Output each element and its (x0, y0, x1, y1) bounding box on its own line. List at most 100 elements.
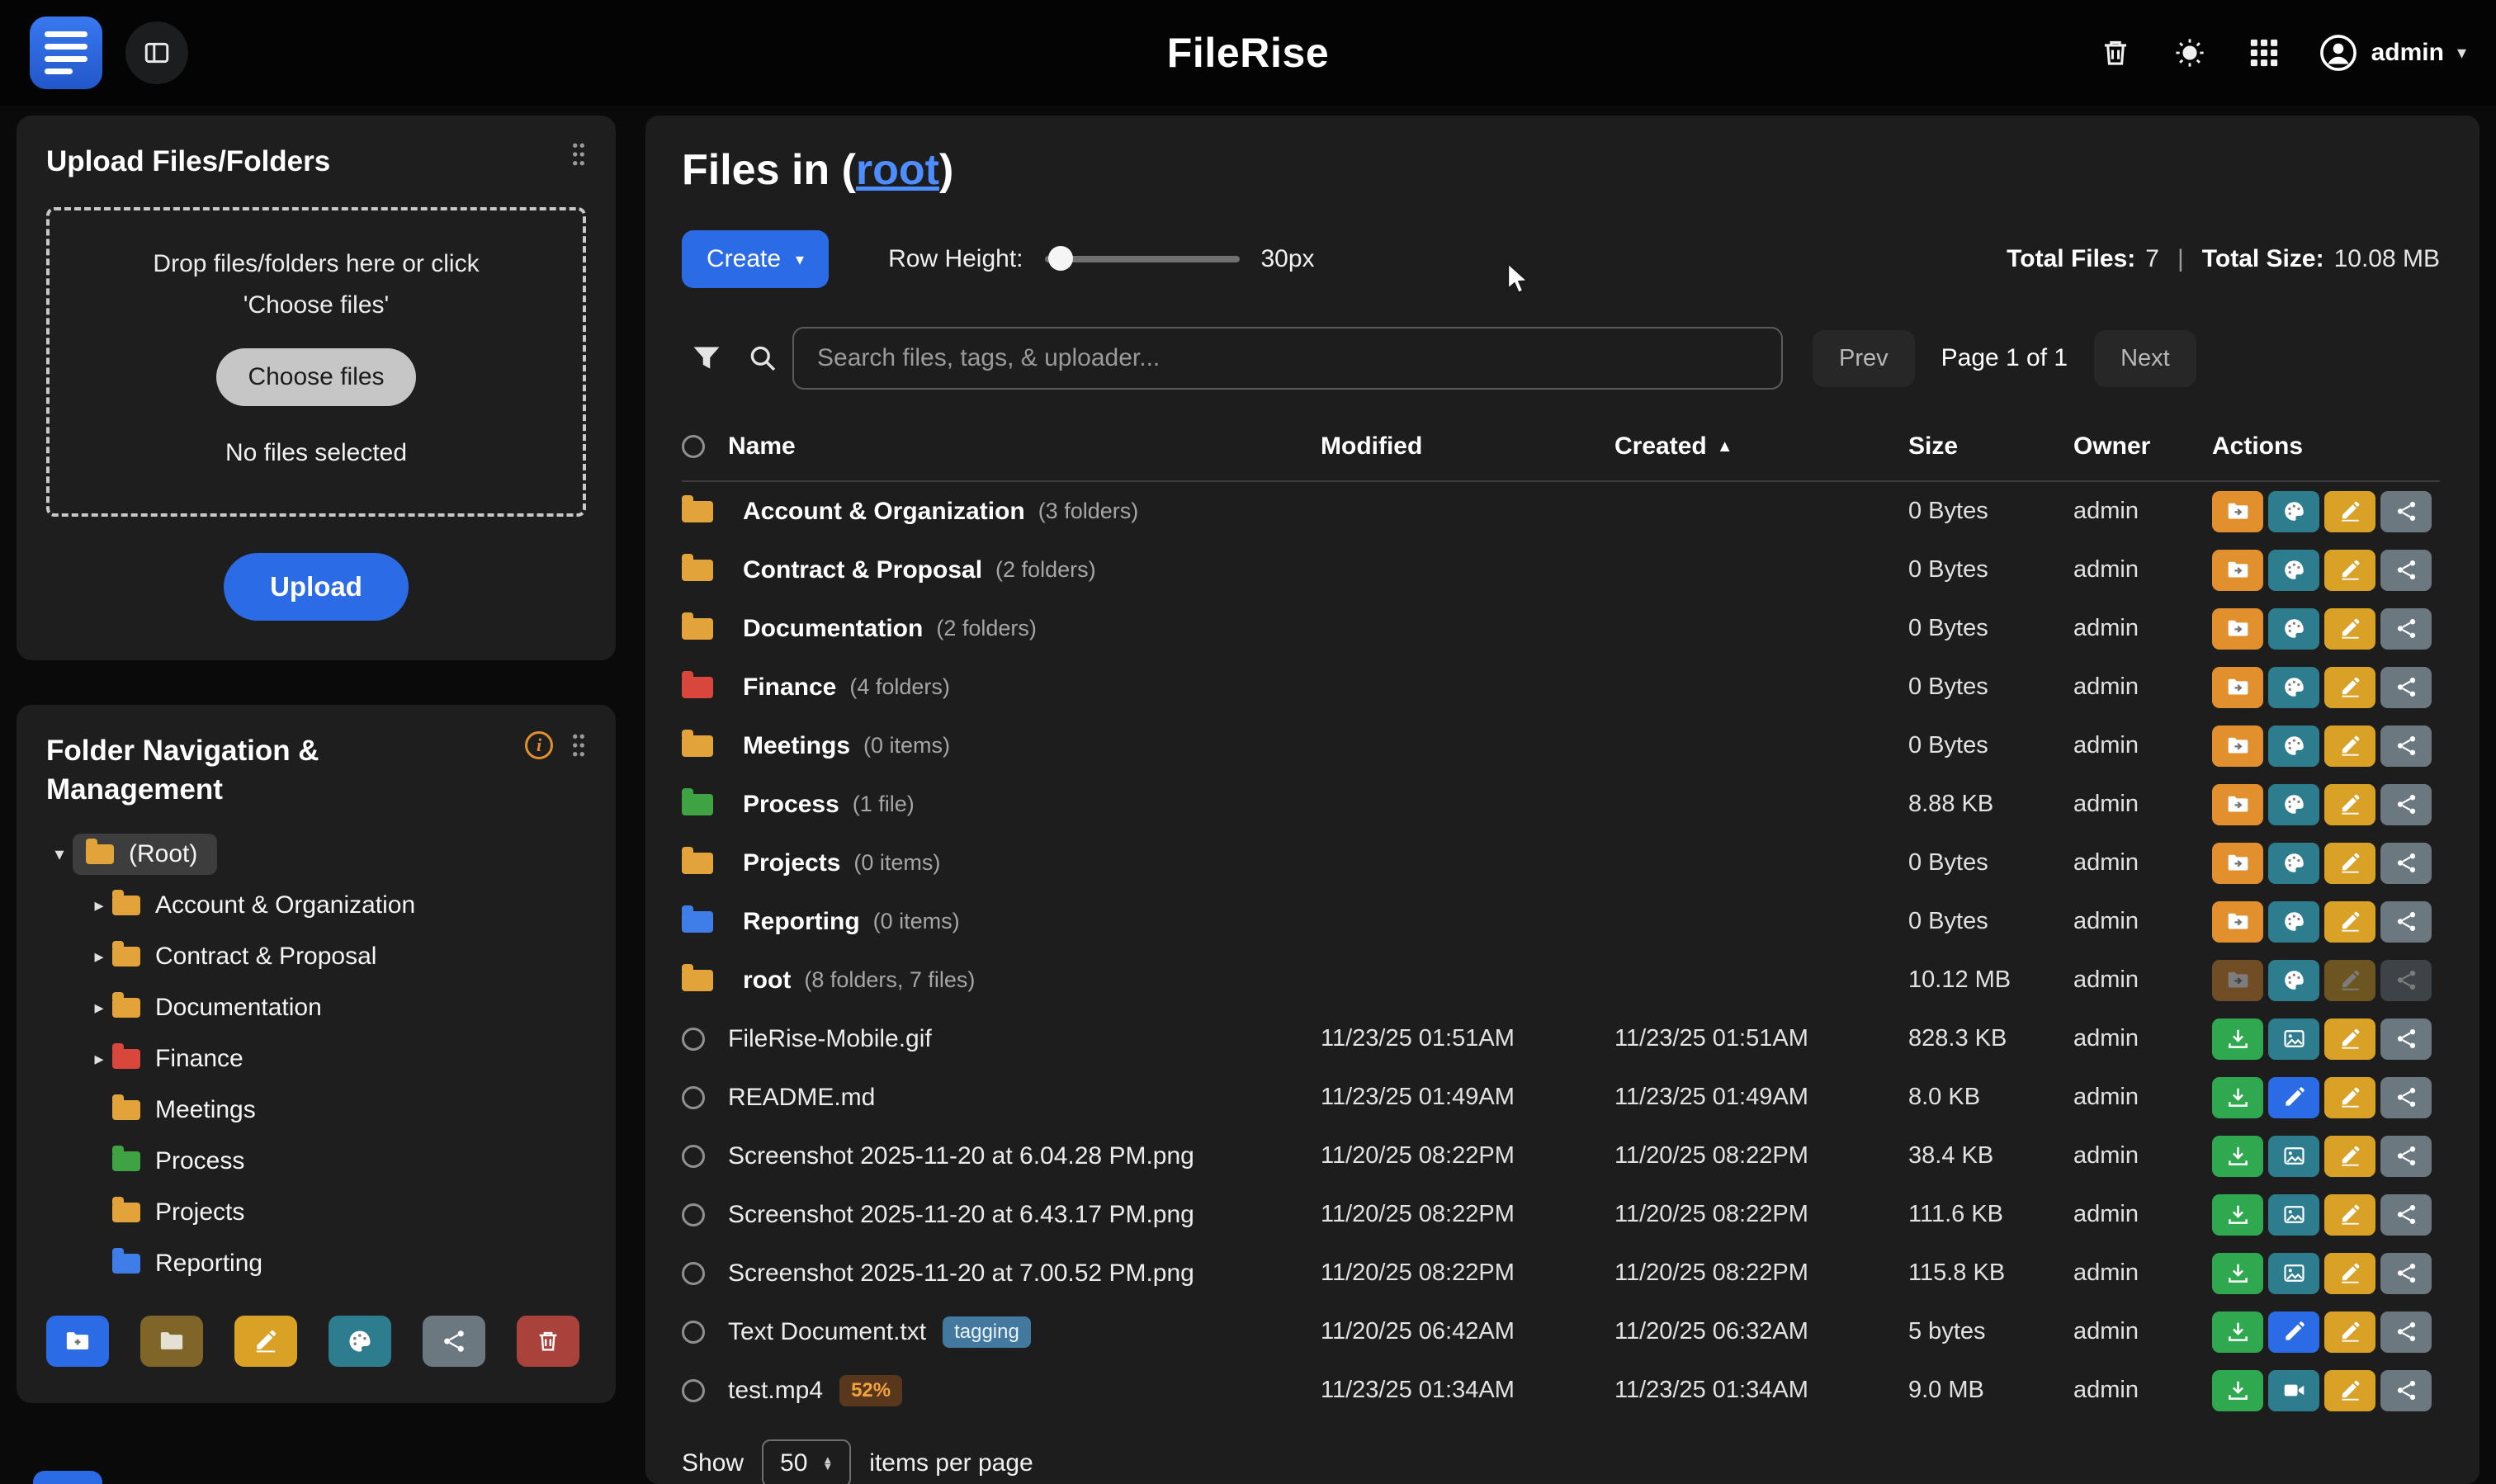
row-name[interactable]: Process (743, 791, 839, 819)
tree-item[interactable]: ▸Contract & Proposal (46, 931, 586, 982)
tree-item[interactable]: ▸Finance (46, 1033, 586, 1085)
file-row[interactable]: Screenshot 2025-11-20 at 6.43.17 PM.png1… (682, 1185, 2440, 1244)
palette-button[interactable] (2268, 725, 2319, 767)
row-name[interactable]: FileRise-Mobile.gif (728, 1025, 932, 1053)
share-button[interactable] (2380, 1077, 2432, 1118)
rename-button[interactable] (2324, 608, 2375, 650)
row-name[interactable]: Text Document.txt (728, 1318, 926, 1346)
row-name[interactable]: README.md (728, 1084, 875, 1112)
drag-handle-icon[interactable] (571, 733, 586, 758)
info-icon[interactable]: i (525, 731, 553, 759)
app-logo[interactable] (30, 17, 102, 89)
row-height-slider[interactable] (1045, 256, 1240, 262)
next-page-button[interactable]: Next (2094, 330, 2196, 387)
search-input[interactable] (792, 327, 1783, 390)
row-checkbox[interactable] (682, 1028, 705, 1051)
share-button[interactable] (2380, 550, 2432, 591)
rename-button[interactable] (2324, 1253, 2375, 1294)
caret-right-icon[interactable]: ▸ (86, 946, 112, 967)
folder-move-button[interactable] (2212, 784, 2263, 825)
download-button[interactable] (2212, 1253, 2263, 1294)
prev-page-button[interactable]: Prev (1813, 330, 1915, 387)
share-button[interactable] (2380, 725, 2432, 767)
row-name[interactable]: Screenshot 2025-11-20 at 7.00.52 PM.png (728, 1260, 1194, 1288)
row-name[interactable]: Screenshot 2025-11-20 at 6.43.17 PM.png (728, 1201, 1194, 1229)
tree-item[interactable]: Reporting (46, 1238, 586, 1289)
items-per-page-select[interactable]: 50 ▲▼ (762, 1439, 851, 1484)
folder-move-button[interactable] (2212, 491, 2263, 532)
row-name[interactable]: Reporting (743, 908, 860, 936)
share-button[interactable] (2380, 901, 2432, 943)
user-menu[interactable]: admin ▾ (2319, 33, 2466, 73)
row-checkbox[interactable] (682, 1086, 705, 1109)
choose-files-button[interactable]: Choose files (216, 348, 415, 406)
palette-button[interactable] (2268, 491, 2319, 532)
row-checkbox[interactable] (682, 1203, 705, 1226)
rename-button[interactable] (2324, 491, 2375, 532)
tree-item[interactable]: Projects (46, 1187, 586, 1238)
folder-row[interactable]: Process(1 file)8.88 KBadmin (682, 775, 2440, 834)
folder-row[interactable]: Account & Organization(3 folders)0 Bytes… (682, 482, 2440, 541)
row-checkbox[interactable] (682, 1321, 705, 1344)
column-created[interactable]: Created ▲ (1614, 432, 1908, 461)
share-button[interactable] (2380, 1311, 2432, 1353)
folder-color-button[interactable] (329, 1316, 391, 1367)
folder-move-button[interactable] (2212, 901, 2263, 943)
caret-right-icon[interactable]: ▸ (86, 895, 112, 916)
download-button[interactable] (2212, 1370, 2263, 1411)
root-folder-link[interactable]: root (856, 146, 939, 194)
row-name[interactable]: Documentation (743, 615, 923, 643)
download-button[interactable] (2212, 1136, 2263, 1177)
file-dropzone[interactable]: Drop files/folders here or click 'Choose… (46, 207, 586, 517)
column-name[interactable]: Name (728, 432, 1321, 461)
rename-button[interactable] (2324, 843, 2375, 884)
file-row[interactable]: Text Document.txttagging11/20/25 06:42AM… (682, 1302, 2440, 1361)
share-folder-button[interactable] (423, 1316, 485, 1367)
folder-row[interactable]: Meetings(0 items)0 Bytesadmin (682, 716, 2440, 775)
download-button[interactable] (2212, 1018, 2263, 1060)
column-size[interactable]: Size (1908, 432, 2073, 461)
video-button[interactable] (2268, 1370, 2319, 1411)
rename-button[interactable] (2324, 725, 2375, 767)
palette-button[interactable] (2268, 843, 2319, 884)
palette-button[interactable] (2268, 667, 2319, 708)
column-modified[interactable]: Modified (1321, 432, 1614, 461)
apps-grid-button[interactable] (2244, 33, 2284, 73)
folder-move-button[interactable] (2212, 550, 2263, 591)
caret-down-icon[interactable]: ▾ (46, 844, 73, 865)
file-row[interactable]: FileRise-Mobile.gif11/23/25 01:51AM11/23… (682, 1009, 2440, 1068)
folder-row[interactable]: Finance(4 folders)0 Bytesadmin (682, 658, 2440, 716)
image-button[interactable] (2268, 1136, 2319, 1177)
row-checkbox[interactable] (682, 1145, 705, 1168)
rename-button[interactable] (2324, 1136, 2375, 1177)
share-button[interactable] (2380, 1253, 2432, 1294)
folder-move-button[interactable] (2212, 843, 2263, 884)
filter-button[interactable] (682, 333, 731, 383)
row-checkbox[interactable] (682, 1379, 705, 1402)
rename-folder-button[interactable] (234, 1316, 297, 1367)
folder-row[interactable]: Projects(0 items)0 Bytesadmin (682, 834, 2440, 892)
drag-handle-icon[interactable] (571, 142, 586, 167)
file-row[interactable]: test.mp452%11/23/25 01:34AM11/23/25 01:3… (682, 1361, 2440, 1420)
share-button[interactable] (2380, 1370, 2432, 1411)
file-row[interactable]: README.md11/23/25 01:49AM11/23/25 01:49A… (682, 1068, 2440, 1127)
palette-button[interactable] (2268, 550, 2319, 591)
create-folder-button[interactable] (46, 1316, 109, 1367)
tree-item[interactable]: ▸Documentation (46, 982, 586, 1033)
folder-move-button[interactable] (2212, 608, 2263, 650)
rename-button[interactable] (2324, 901, 2375, 943)
rename-button[interactable] (2324, 1077, 2375, 1118)
row-name[interactable]: Meetings (743, 732, 850, 760)
row-name[interactable]: Finance (743, 673, 836, 702)
share-button[interactable] (2380, 608, 2432, 650)
share-button[interactable] (2380, 1194, 2432, 1236)
column-owner[interactable]: Owner (2073, 432, 2212, 461)
row-name[interactable]: Account & Organization (743, 498, 1025, 526)
folder-row[interactable]: root(8 folders, 7 files)10.12 MBadmin (682, 951, 2440, 1009)
root-selected-pill[interactable]: (Root) (73, 834, 217, 875)
file-row[interactable]: Screenshot 2025-11-20 at 6.04.28 PM.png1… (682, 1127, 2440, 1185)
folder-move-button[interactable] (2212, 725, 2263, 767)
download-button[interactable] (2212, 1077, 2263, 1118)
share-button[interactable] (2380, 843, 2432, 884)
row-name[interactable]: Projects (743, 849, 840, 877)
